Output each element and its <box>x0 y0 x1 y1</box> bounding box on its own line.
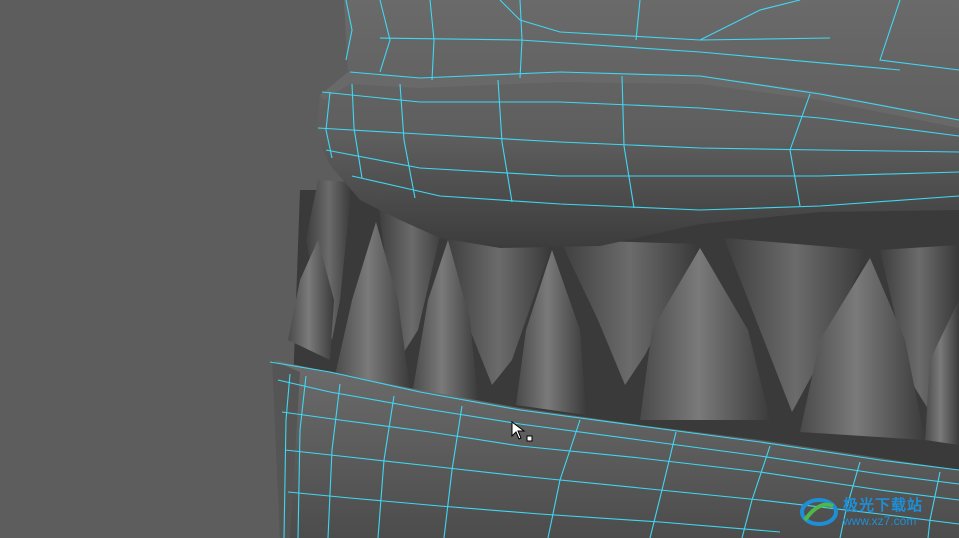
scene-canvas <box>269 0 959 538</box>
move-pointer-icon <box>510 420 534 444</box>
watermark-url-text: www.xz7.com <box>843 514 917 528</box>
watermark-chinese-text: 极光下载站 <box>843 496 924 514</box>
3d-viewport[interactable]: 极光下载站 www.xz7.com <box>0 0 959 538</box>
aurora-logo-icon <box>800 498 838 526</box>
site-watermark: 极光下载站 www.xz7.com <box>799 492 949 532</box>
